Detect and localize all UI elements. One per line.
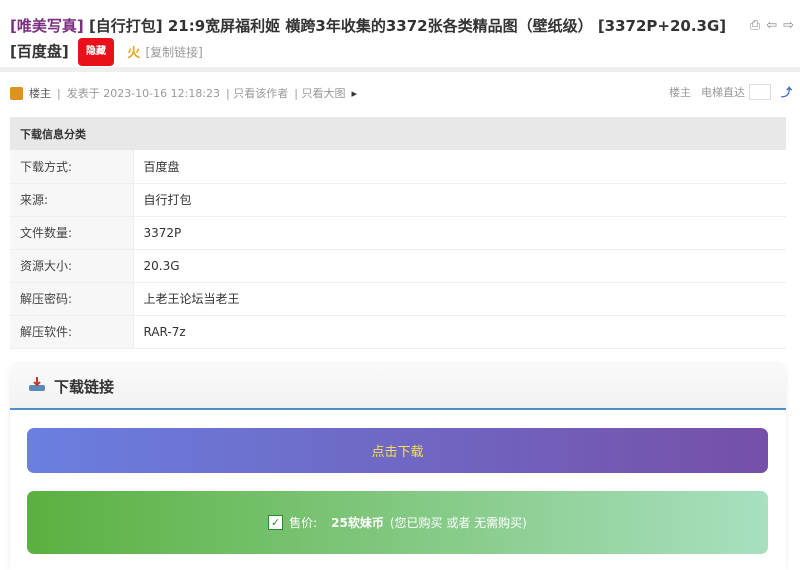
floor-label: 楼主 (669, 86, 691, 99)
table-row: 来源: 自行打包 (10, 183, 786, 217)
download-title: 下载链接 (54, 377, 115, 396)
row-value: 百度盘 (133, 150, 786, 184)
price-note: (您已购买 或者 无需购买) (389, 516, 527, 530)
row-value: 自行打包 (133, 183, 786, 217)
thread-header: [唯美写真] [自行打包] 21:9宽屏福利姬 横跨3年收集的3372张各类精品… (0, 0, 800, 72)
download-tray-icon (28, 376, 46, 396)
author-label[interactable]: 楼主 (29, 85, 51, 101)
table-row: 解压软件: RAR-7z (10, 315, 786, 349)
print-icon[interactable]: ⎙ (750, 18, 760, 33)
download-header: 下载链接 (10, 364, 786, 410)
category-link[interactable]: [唯美写真] (10, 17, 84, 35)
table-row: 文件数量: 3372P (10, 216, 786, 250)
post-time: 发表于 2023-10-16 12:18:23 (66, 87, 221, 100)
table-row: 资源大小: 20.3G (10, 249, 786, 283)
next-thread-icon[interactable]: ⇨ (783, 18, 794, 33)
row-value: 3372P (133, 216, 786, 250)
download-info-table: 下载信息分类 下载方式: 百度盘 来源: 自行打包 文件数量: 3372P 资源大小:… (10, 117, 786, 349)
only-author-link[interactable]: | 只看该作者 (226, 85, 288, 101)
price-value: 25软妹币 (331, 516, 384, 530)
avatar[interactable] (10, 86, 23, 100)
fire-icon: 火 (127, 45, 141, 61)
row-key: 下载方式: (10, 150, 134, 184)
table-row: 解压密码: 上老王论坛当老王 (10, 282, 786, 316)
row-value: 上老王论坛当老王 (133, 282, 786, 316)
row-key: 文件数量: (10, 216, 134, 250)
title-text: [自行打包] 21:9宽屏福利姬 横跨3年收集的3372张各类精品图（壁纸级） … (10, 17, 727, 61)
row-value: 20.3G (133, 249, 786, 283)
row-key: 解压软件: (10, 315, 134, 349)
floor-input[interactable] (749, 84, 771, 100)
price-label: 售价: (289, 516, 318, 530)
download-panel: 下载链接 点击下载 ✓ 售价: 25软妹币 (您已购买 或者 无需购买) (10, 364, 786, 570)
elevator-label: 电梯直达 (701, 86, 745, 99)
hidden-badge: 隐藏 (77, 38, 114, 66)
prev-thread-icon[interactable]: ⇦ (766, 18, 777, 33)
row-key: 解压密码: (10, 282, 134, 316)
table-header: 下载信息分类 (10, 117, 786, 150)
download-button[interactable]: 点击下载 (27, 428, 768, 473)
only-images-link[interactable]: | 只看大图 (294, 85, 345, 101)
go-icon[interactable]: ⤴ (781, 84, 792, 100)
row-value: RAR-7z (133, 315, 786, 349)
separator: | (57, 86, 61, 100)
thread-title: [唯美写真] [自行打包] 21:9宽屏福利姬 横跨3年收集的3372张各类精品… (10, 14, 730, 66)
table-row: 下载方式: 百度盘 (10, 150, 786, 184)
row-key: 来源: (10, 183, 134, 217)
price-box: ✓ 售价: 25软妹币 (您已购买 或者 无需购买) (27, 491, 768, 554)
row-key: 资源大小: (10, 249, 134, 283)
check-icon: ✓ (268, 515, 284, 530)
copy-link[interactable]: [复制链接] (145, 46, 202, 60)
arrow-icon[interactable]: ▸ (351, 87, 357, 100)
